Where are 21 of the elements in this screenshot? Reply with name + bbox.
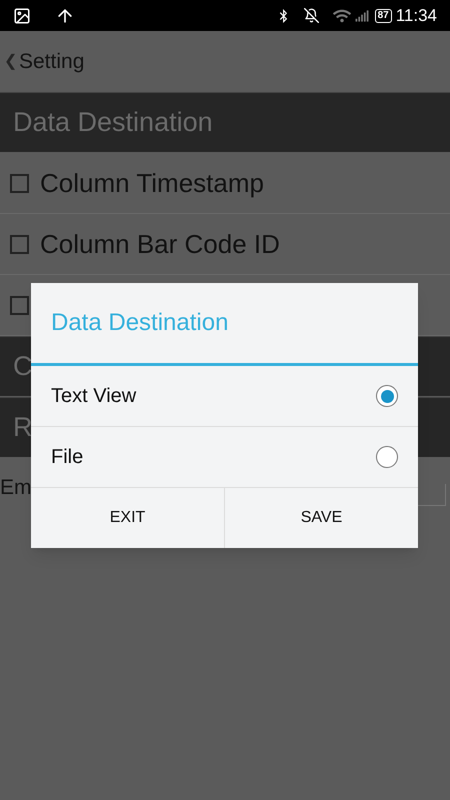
signal-icon — [354, 8, 369, 22]
radio-button[interactable] — [376, 385, 398, 407]
page-title: Setting — [19, 48, 84, 75]
radio-option[interactable]: Text View — [31, 366, 418, 427]
checkbox[interactable] — [10, 234, 29, 254]
checkbox-label: Column Timestamp — [40, 166, 264, 200]
checkbox[interactable] — [10, 296, 29, 314]
radio-option[interactable]: File — [31, 427, 418, 488]
image-icon — [13, 6, 31, 24]
dialog-button[interactable]: SAVE — [224, 488, 418, 548]
clock-time: 11:34 — [396, 4, 437, 27]
section-header: Data Destination — [0, 92, 450, 152]
wifi-icon — [332, 8, 351, 24]
checkbox-label: Column Bar Code ID — [40, 228, 280, 260]
checkbox[interactable] — [10, 174, 29, 192]
dialog-button[interactable]: EXIT — [31, 488, 224, 548]
bell-off-icon — [304, 8, 319, 23]
dialog-title: Data Destination — [51, 308, 228, 338]
field-label: Em — [0, 475, 32, 502]
battery-icon: 87 — [374, 8, 392, 22]
radio-button[interactable] — [376, 446, 398, 468]
